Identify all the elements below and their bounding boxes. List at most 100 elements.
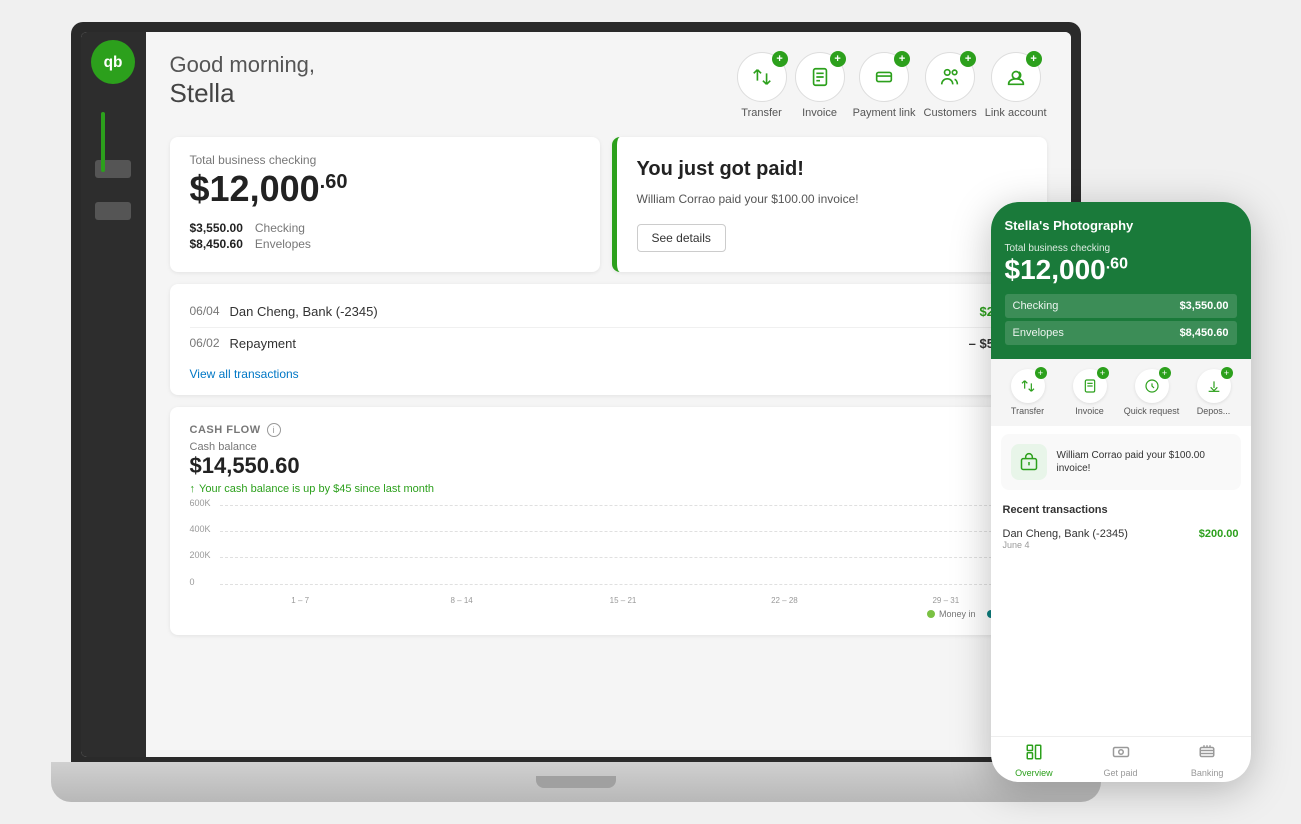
cashflow-title: CASH FLOW (190, 424, 261, 436)
cashflow-header: CASH FLOW i (190, 423, 1027, 437)
transfer-label: Transfer (741, 107, 782, 119)
phone-action-quick-request[interactable]: + Quick request (1123, 369, 1181, 416)
phone-invoice-icon[interactable]: + (1073, 369, 1107, 403)
transfer-icon-btn[interactable]: + (737, 52, 787, 102)
customers-plus-badge: + (960, 51, 976, 67)
chart-legend: Money in Money (190, 609, 1027, 619)
phone-bottom-nav: Overview Get paid (991, 736, 1251, 782)
phone-checking-amount: $3,550.00 (1180, 300, 1229, 312)
customers-icon-btn[interactable]: + (925, 52, 975, 102)
phone-quick-request-icon[interactable]: + (1135, 369, 1169, 403)
payment-link-plus-badge: + (894, 51, 910, 67)
balance-amount: $12,000.60 (190, 169, 580, 209)
see-details-button[interactable]: See details (637, 224, 726, 252)
overview-nav-icon (1025, 743, 1043, 766)
payment-link-icon-btn[interactable]: + (859, 52, 909, 102)
phone-quick-actions: + Transfer + Invoice (991, 359, 1251, 426)
phone-invoice-plus: + (1097, 367, 1109, 379)
legend-money-in: Money in (927, 609, 976, 619)
phone-envelopes-amount: $8,450.60 (1180, 327, 1229, 339)
phone-txn-info: Dan Cheng, Bank (-2345) June 4 (1003, 528, 1128, 550)
svg-text:qb: qb (104, 54, 123, 71)
link-account-label: Link account (985, 107, 1047, 119)
txn-1-date: 06/04 (190, 304, 230, 318)
invoice-plus-badge: + (830, 51, 846, 67)
notification-card: You just got paid! William Corrao paid y… (612, 137, 1047, 272)
cards-row: Total business checking $12,000.60 $3,55… (170, 137, 1047, 737)
phone-invoice-label: Invoice (1075, 406, 1104, 416)
balance-checking-label: Checking (255, 221, 305, 235)
phone-recent-label: Recent transactions (991, 498, 1251, 520)
phone-transfer-label: Transfer (1011, 406, 1044, 416)
phone-quick-request-label: Quick request (1124, 406, 1180, 416)
greeting-name: Stella (170, 78, 737, 109)
quick-action-link-account[interactable]: + Link account (985, 52, 1047, 119)
balance-main: $12,000 (190, 168, 320, 209)
phone-nav-get-paid[interactable]: Get paid (1077, 743, 1164, 778)
link-account-icon-btn[interactable]: + (991, 52, 1041, 102)
txn-2-desc: Repayment (230, 336, 969, 351)
balance-envelopes-row: $8,450.60 Envelopes (190, 237, 580, 251)
balance-card: Total business checking $12,000.60 $3,55… (170, 137, 600, 272)
balance-envelopes-amount: $8,450.60 (190, 237, 243, 251)
phone-action-transfer[interactable]: + Transfer (999, 369, 1057, 416)
customers-label: Customers (924, 107, 977, 119)
payment-link-label: Payment link (853, 107, 916, 119)
phone-txn-name: Dan Cheng, Bank (-2345) (1003, 528, 1128, 540)
grid-label-0: 0 (190, 577, 195, 587)
phone-deposit-label: Depos... (1197, 406, 1231, 416)
balance-notification-row: Total business checking $12,000.60 $3,55… (170, 137, 1047, 272)
transaction-row: 06/02 Repayment – $500.00 (190, 328, 1027, 359)
phone: Stella's Photography Total business chec… (991, 202, 1251, 782)
phone-notification: William Corrao paid your $100.00 invoice… (1001, 434, 1241, 490)
bars-container (220, 505, 1027, 585)
phone-action-invoice[interactable]: + Invoice (1061, 369, 1119, 416)
laptop-notch (536, 776, 616, 788)
phone-txn-date: June 4 (1003, 540, 1128, 550)
phone-envelopes-label: Envelopes (1013, 327, 1064, 339)
phone-deposit-icon[interactable]: + (1197, 369, 1231, 403)
invoice-label: Invoice (802, 107, 837, 119)
legend-dot-green (927, 610, 935, 618)
sidebar-nav-item-2[interactable] (95, 202, 131, 220)
phone-balance-main: $12,000 (1005, 254, 1106, 285)
phone-nav-overview[interactable]: Overview (991, 743, 1078, 778)
grid-label-200k: 200K (190, 550, 211, 560)
quick-action-invoice[interactable]: + Invoice (795, 52, 845, 119)
balance-envelopes-label: Envelopes (255, 237, 311, 251)
phone-checking-label: Checking (1013, 300, 1059, 312)
phone-balance-decimal: .60 (1106, 256, 1128, 273)
phone-notif-icon (1011, 444, 1047, 480)
quick-action-customers[interactable]: + Customers (924, 52, 977, 119)
quick-action-transfer[interactable]: + Transfer (737, 52, 787, 119)
header: Good morning, Stella + (170, 52, 1047, 119)
phone-nav-overview-label: Overview (1015, 768, 1053, 778)
invoice-icon-btn[interactable]: + (795, 52, 845, 102)
phone-account-rows: Checking $3,550.00 Envelopes $8,450.60 (1005, 294, 1237, 345)
phone-nav-get-paid-label: Get paid (1103, 768, 1137, 778)
phone-header: Stella's Photography Total business chec… (991, 202, 1251, 359)
phone-nav-banking[interactable]: Banking (1164, 743, 1251, 778)
phone-balance-label: Total business checking (1005, 243, 1237, 254)
get-paid-nav-icon (1112, 743, 1130, 766)
left-panel: Total business checking $12,000.60 $3,55… (170, 137, 1047, 737)
quick-action-payment-link[interactable]: + Payment link (853, 52, 916, 119)
phone-transaction-row: Dan Cheng, Bank (-2345) June 4 $200.00 (991, 520, 1251, 558)
bar-label-2: 8 – 14 (381, 596, 542, 605)
view-all-transactions-link[interactable]: View all transactions (190, 367, 299, 381)
phone-envelopes-row: Envelopes $8,450.60 (1005, 321, 1237, 345)
balance-label: Total business checking (190, 153, 580, 167)
phone-nav-banking-label: Banking (1191, 768, 1224, 778)
phone-deposit-plus: + (1221, 367, 1233, 379)
phone-transfer-icon[interactable]: + (1011, 369, 1045, 403)
bar-label-3: 15 – 21 (542, 596, 703, 605)
quickbooks-logo[interactable]: qb (91, 40, 135, 84)
phone-action-deposit[interactable]: + Depos... (1185, 369, 1243, 416)
cashflow-info-icon[interactable]: i (267, 423, 281, 437)
grid-label-400k: 400K (190, 524, 211, 534)
phone-business-name: Stella's Photography (1005, 218, 1237, 233)
grid-label-600k: 600K (190, 498, 211, 508)
bar-labels: 1 – 7 8 – 14 15 – 21 22 – 28 29 – 31 (220, 596, 1027, 605)
sidebar: qb (81, 32, 146, 757)
balance-decimal: .60 (320, 171, 348, 193)
